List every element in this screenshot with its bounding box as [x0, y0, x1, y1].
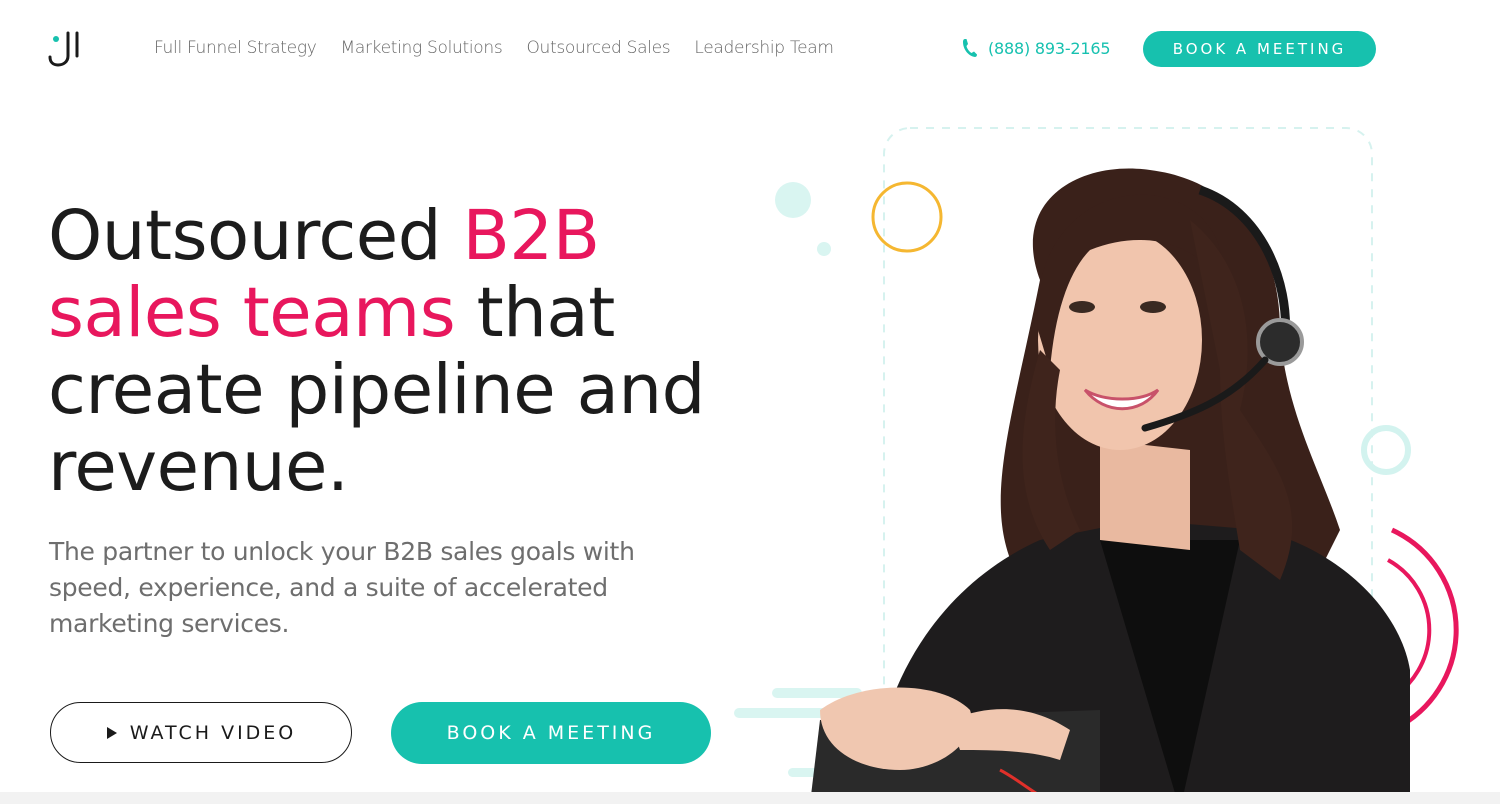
phone-link[interactable]: (888) 893-2165 [962, 38, 1111, 58]
watch-video-button[interactable]: WATCH VIDEO [50, 702, 352, 763]
watch-video-label: WATCH VIDEO [129, 721, 297, 744]
headline-highlight-b2b: B2B [462, 196, 600, 276]
headline-highlight-sales-teams: sales teams [48, 273, 456, 353]
hero-book-meeting-button[interactable]: BOOK A MEETING [391, 702, 711, 764]
mint-ring [1361, 425, 1411, 475]
phone-icon [963, 39, 977, 57]
mint-dot-large [775, 182, 811, 218]
person-photo [810, 168, 1410, 804]
nav-book-meeting-button[interactable]: BOOK A MEETING [1143, 31, 1376, 67]
nav-item-leadership-team[interactable]: Leadership Team [694, 38, 834, 58]
hero-illustration [734, 127, 1459, 804]
hero-subcopy: The partner to unlock your B2B sales goa… [49, 537, 635, 638]
hero-headline: Outsourced B2B sales teams that create pi… [48, 198, 748, 506]
nav-item-marketing-solutions[interactable]: Marketing Solutions [340, 38, 502, 58]
nav-item-full-funnel-strategy[interactable]: Full Funnel Strategy [154, 38, 317, 58]
main-nav: Full Funnel Strategy Marketing Solutions… [154, 38, 858, 58]
headline-text-1: Outsourced [48, 196, 463, 276]
nav-item-outsourced-sales[interactable]: Outsourced Sales [526, 38, 670, 58]
page-bottom-strip [0, 792, 1500, 804]
j-logo-icon[interactable] [48, 30, 80, 68]
mint-dot-small [817, 242, 831, 256]
play-icon [106, 726, 117, 739]
phone-number: (888) 893-2165 [988, 38, 1111, 58]
